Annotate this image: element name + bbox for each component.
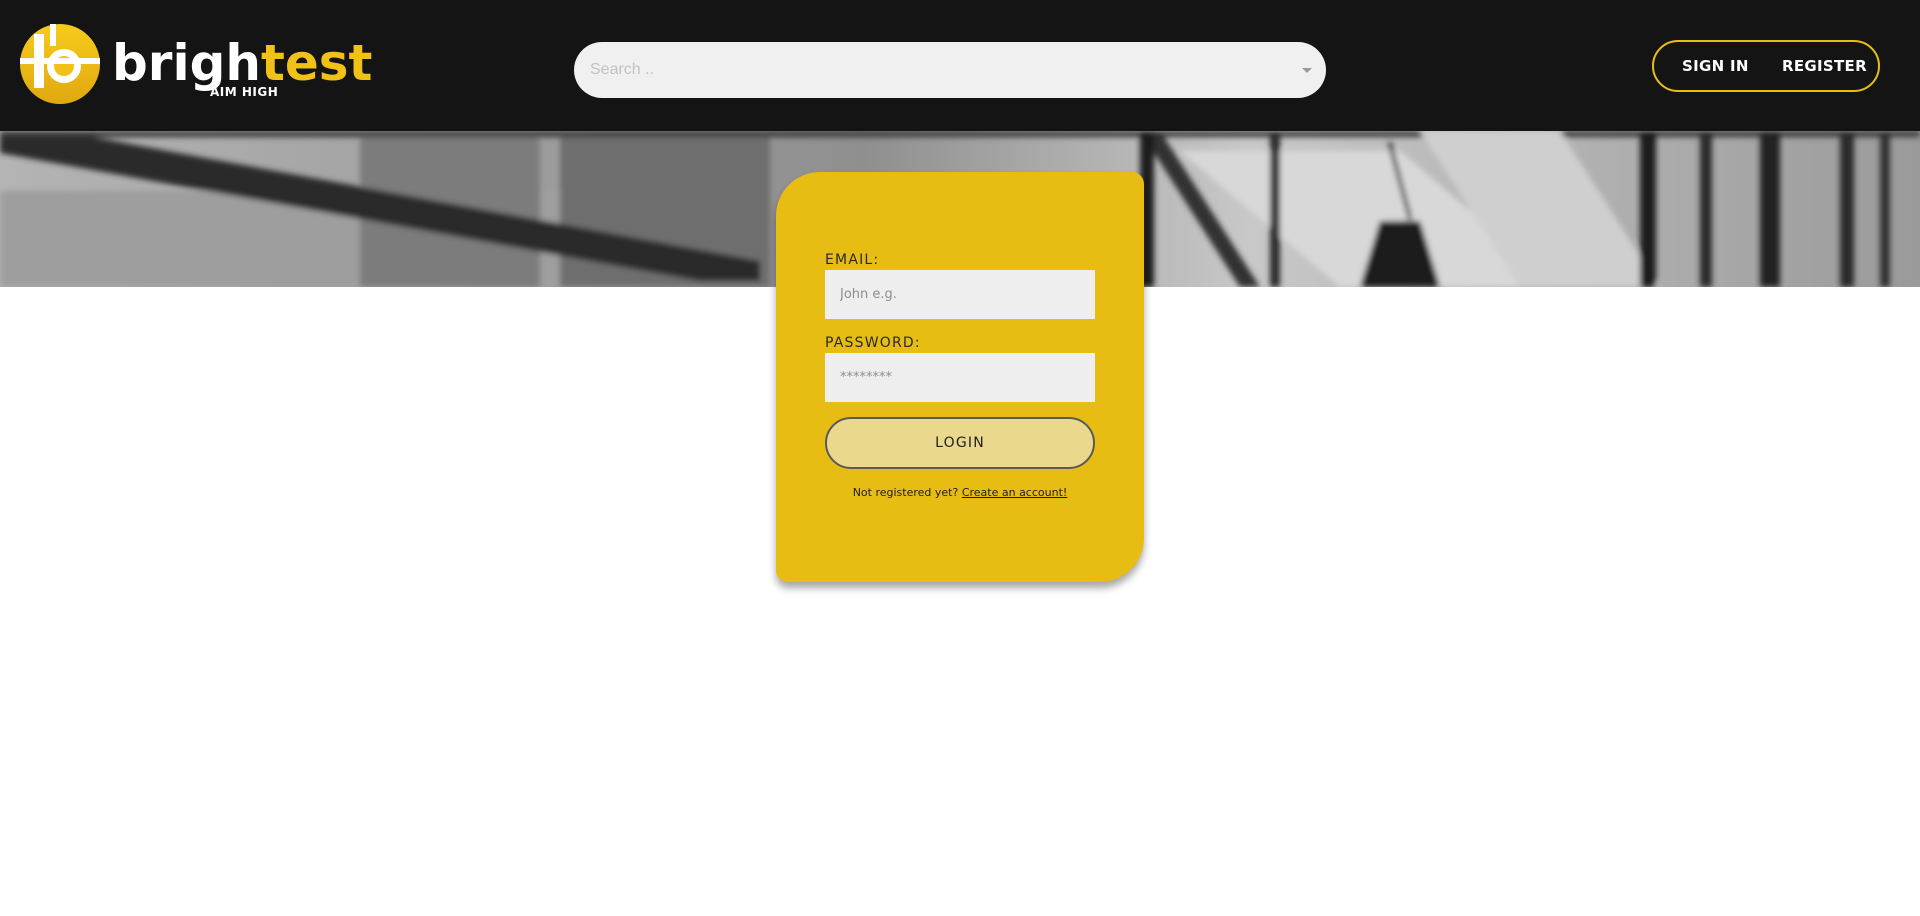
not-registered-text: Not registered yet? <box>852 486 959 499</box>
register-prompt: Not registered yet? Create an account! <box>776 486 1144 499</box>
register-link[interactable]: REGISTER <box>1782 42 1867 90</box>
password-field[interactable] <box>825 353 1095 402</box>
login-button[interactable]: LOGIN <box>825 417 1095 469</box>
sign-in-link[interactable]: SIGN IN <box>1682 42 1749 90</box>
create-account-link[interactable]: Create an account! <box>962 486 1068 499</box>
search-input[interactable] <box>574 42 1274 98</box>
brightest-logo-icon <box>20 24 100 104</box>
brand-name: brightest <box>112 34 373 92</box>
email-field[interactable] <box>825 270 1095 319</box>
login-card: EMAIL: PASSWORD: LOGIN Not registered ye… <box>776 172 1144 582</box>
auth-links: SIGN IN REGISTER <box>1652 40 1880 92</box>
email-label: EMAIL: <box>825 252 880 268</box>
brand-logo[interactable]: brightest AIM HIGH <box>20 24 372 108</box>
search-bar <box>574 42 1326 98</box>
caret-down-icon[interactable] <box>1302 68 1312 73</box>
brand-tagline: AIM HIGH <box>210 85 279 99</box>
password-label: PASSWORD: <box>825 335 921 351</box>
site-header: brightest AIM HIGH SIGN IN REGISTER <box>0 0 1920 131</box>
